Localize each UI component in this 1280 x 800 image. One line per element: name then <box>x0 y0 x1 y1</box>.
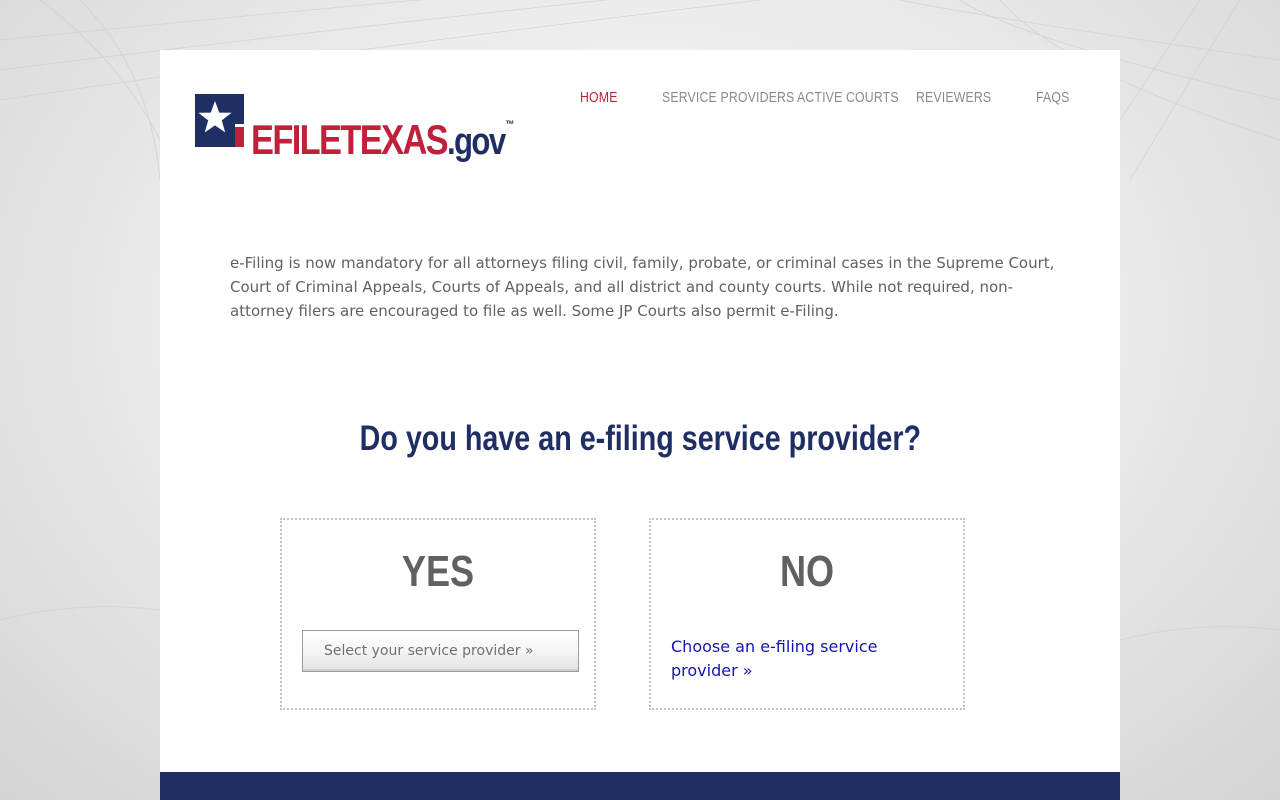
provider-question-text: Do you have an e-filing service provider… <box>359 419 921 458</box>
logo-wordmark: EFILETEXAS.gov™ <box>251 101 514 166</box>
yes-title: YES <box>282 546 594 598</box>
logo-trademark: ™ <box>505 119 515 131</box>
logo-gov: .gov <box>447 121 506 163</box>
nav-home[interactable]: HOME <box>580 88 618 108</box>
no-title-text: NO <box>779 547 835 596</box>
intro-text: e-Filing is now mandatory for all attorn… <box>230 254 1055 320</box>
no-panel: NO Choose an e-filing service provider » <box>649 518 965 710</box>
nav-faqs[interactable]: FAQS <box>1036 88 1069 108</box>
yes-title-text: YES <box>401 547 475 596</box>
logo-efile: EFILE <box>251 116 342 163</box>
provider-question: Do you have an e-filing service provider… <box>160 417 1120 461</box>
nav-reviewers[interactable]: REVIEWERS <box>916 88 991 108</box>
footer-bar <box>160 772 1120 800</box>
choose-provider-link[interactable]: Choose an e-filing service provider » <box>671 635 931 683</box>
select-provider-button[interactable]: Select your service provider » <box>302 630 579 672</box>
page-container: EFILETEXAS.gov™ HOME SERVICE PROVIDERS A… <box>160 50 1120 800</box>
nav-service-providers[interactable]: SERVICE PROVIDERS <box>662 88 794 108</box>
logo-texas: TEXAS <box>340 116 448 163</box>
nav-active-courts[interactable]: ACTIVE COURTS <box>797 88 899 108</box>
no-title: NO <box>651 546 963 598</box>
main-nav: HOME SERVICE PROVIDERS ACTIVE COURTS REV… <box>160 88 1120 108</box>
yes-panel: YES Select your service provider » <box>280 518 596 710</box>
